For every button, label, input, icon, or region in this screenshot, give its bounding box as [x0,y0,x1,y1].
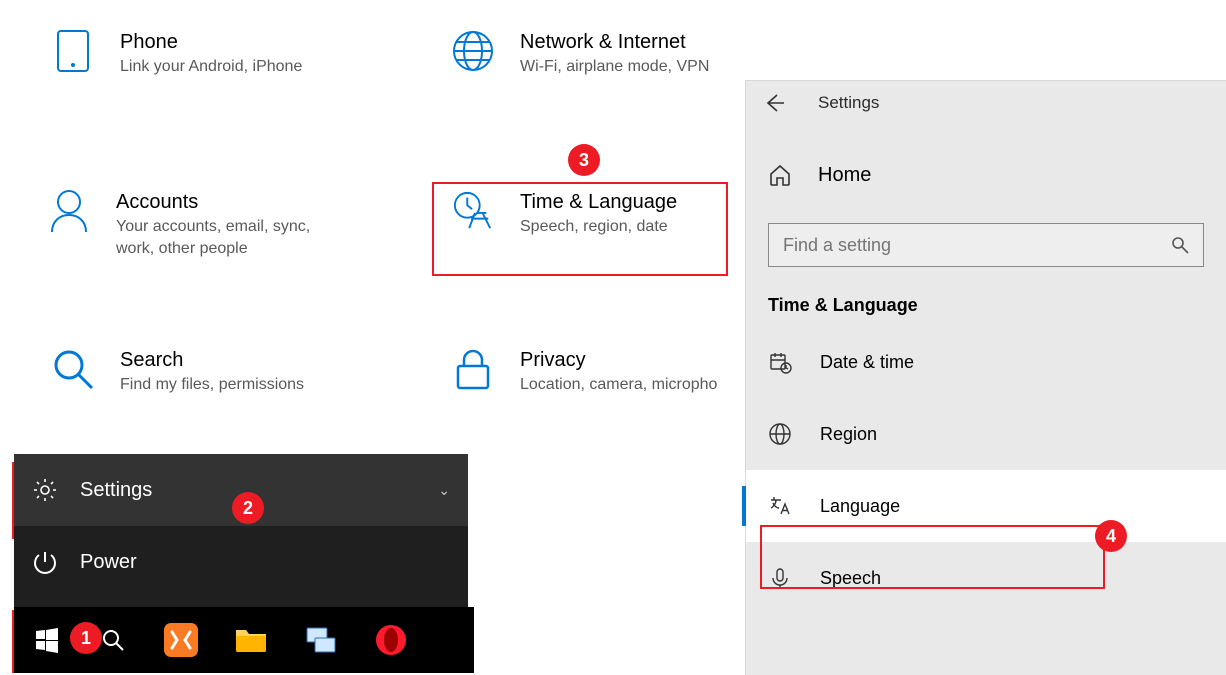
start-menu-panel: Settings ⌄ Power [14,454,468,607]
category-title: Phone [120,30,302,54]
sidebar-search[interactable] [768,223,1204,267]
sidebar-item-label: Date & time [820,352,914,373]
taskbar-app-explorer[interactable] [216,607,286,673]
step-badge-1: 1 [70,622,102,654]
category-privacy[interactable]: Privacy Location, camera, micropho [452,348,717,396]
category-desc: Link your Android, iPhone [120,56,302,78]
language-icon [768,494,792,518]
computer-icon [305,626,337,654]
step-badge-2: 2 [232,492,264,524]
taskbar-app-xampp[interactable] [146,607,216,673]
category-phone[interactable]: Phone Link your Android, iPhone [52,30,302,78]
start-settings-label: Settings [80,479,152,502]
lock-icon [452,348,494,390]
folder-icon [234,626,268,654]
sidebar-item-label: Region [820,424,877,445]
back-button[interactable] [764,93,784,113]
category-accounts[interactable]: Accounts Your accounts, email, sync, wor… [48,190,348,259]
sidebar-section-title: Time & Language [746,267,1226,326]
person-icon [48,190,90,232]
category-desc: Find my files, permissions [120,374,304,396]
category-desc: Your accounts, email, sync, work, other … [116,216,326,259]
time-language-icon [452,190,494,232]
category-desc: Location, camera, micropho [520,374,717,396]
xampp-icon [164,623,198,657]
sidebar-home[interactable]: Home [746,145,1226,205]
step-badge-3: 3 [568,144,600,176]
power-icon [32,549,58,575]
category-desc: Wi-Fi, airplane mode, VPN [520,56,709,78]
search-icon [1171,236,1189,254]
phone-icon [52,30,94,72]
sidebar-item-label: Language [820,496,900,517]
search-input[interactable] [783,235,1171,256]
taskbar-app-opera[interactable] [356,607,426,673]
category-search[interactable]: Search Find my files, permissions [52,348,304,396]
search-icon [52,348,94,390]
start-power-item[interactable]: Power [14,526,468,598]
home-icon [768,163,792,187]
opera-icon [375,624,407,656]
category-title: Search [120,348,304,372]
category-title: Privacy [520,348,717,372]
search-icon [101,628,125,652]
datetime-icon [768,350,792,374]
category-network[interactable]: Network & Internet Wi-Fi, airplane mode,… [452,30,709,78]
windows-icon [34,627,60,653]
category-title: Network & Internet [520,30,709,54]
taskbar-app-generic[interactable] [286,607,356,673]
category-desc: Speech, region, date [520,216,677,238]
step-badge-4: 4 [1095,520,1127,552]
sidebar-home-label: Home [818,164,871,187]
sidebar-title: Settings [818,93,879,113]
sidebar-item-region[interactable]: Region [746,398,1226,470]
globe-icon [452,30,494,72]
sidebar-header: Settings [746,81,1226,125]
highlight-box-4 [760,525,1105,589]
start-power-label: Power [80,551,137,574]
sidebar-item-datetime[interactable]: Date & time [746,326,1226,398]
gear-icon [32,477,58,503]
category-title: Time & Language [520,190,677,214]
category-time-language[interactable]: Time & Language Speech, region, date [452,190,677,238]
category-title: Accounts [116,190,326,214]
globe-icon [768,422,792,446]
chevron-down-icon: ⌄ [438,482,450,499]
